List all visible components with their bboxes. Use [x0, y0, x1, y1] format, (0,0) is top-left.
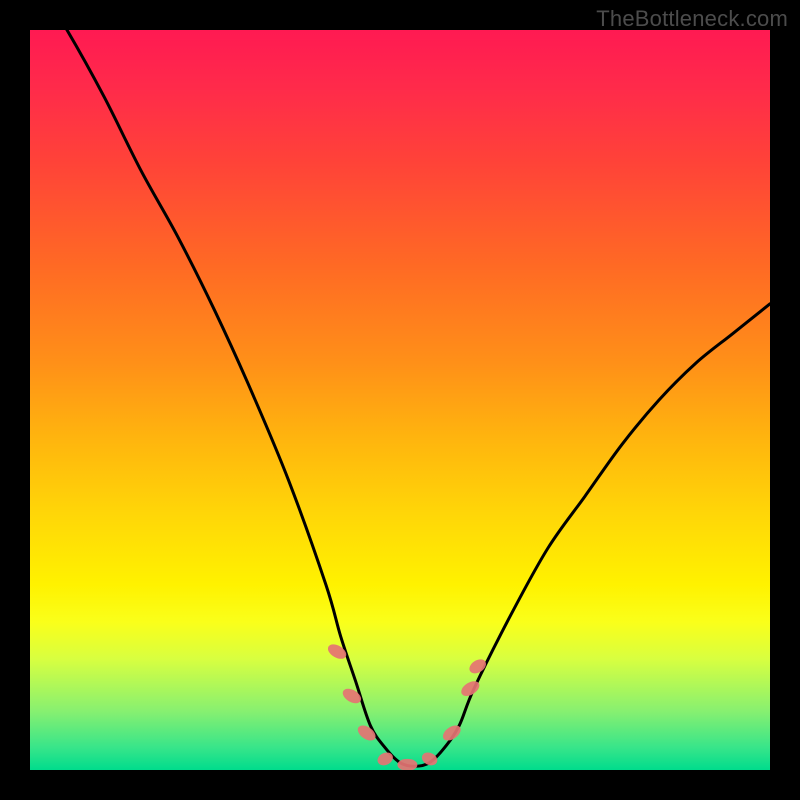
watermark-text: TheBottleneck.com — [596, 6, 788, 32]
curve-marker — [467, 657, 489, 677]
curve-marker — [340, 686, 363, 706]
plot-area — [30, 30, 770, 770]
curve-marker — [325, 641, 348, 661]
curve-marker — [397, 759, 417, 770]
chart-frame: TheBottleneck.com — [0, 0, 800, 800]
curve-path — [30, 30, 770, 766]
bottleneck-curve — [30, 30, 770, 770]
curve-marker — [375, 750, 395, 768]
